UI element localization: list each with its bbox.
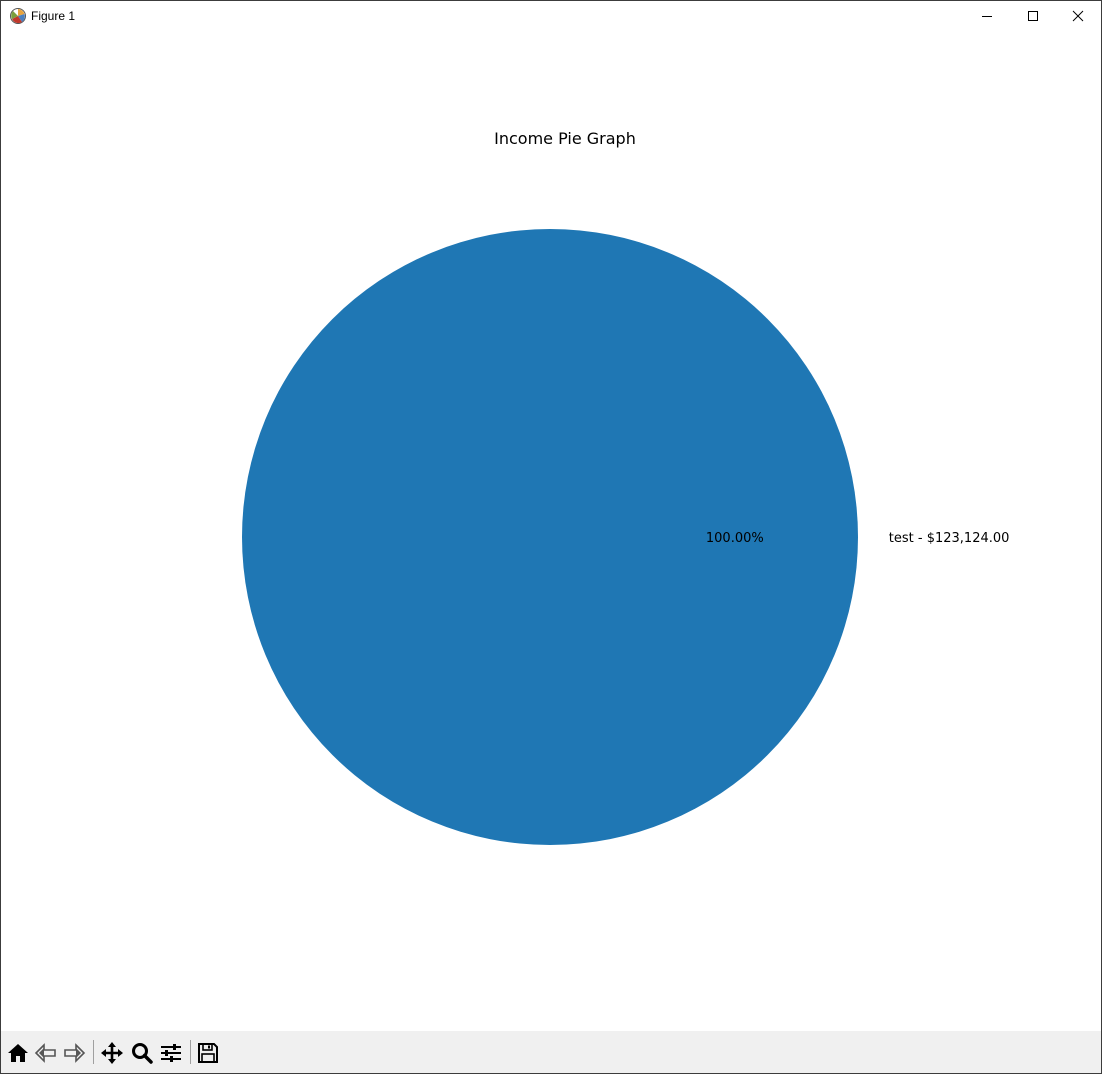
toolbar-separator [190,1040,191,1064]
chart-title: Income Pie Graph [494,129,636,148]
floppy-disk-icon [198,1043,218,1063]
home-button[interactable] [5,1040,31,1066]
back-button[interactable] [33,1040,59,1066]
home-icon [8,1044,28,1062]
arrow-left-icon [34,1043,56,1063]
pie-slices [242,229,858,845]
magnifier-icon [132,1043,153,1064]
minimize-icon [982,16,992,17]
maximize-button[interactable] [1010,1,1056,31]
move-icon [101,1042,123,1064]
title-bar[interactable]: Figure 1 [1,1,1101,31]
matplotlib-app-icon [9,7,27,25]
forward-button[interactable] [61,1040,87,1066]
toolbar-separator [93,1040,94,1064]
maximize-icon [1028,11,1038,21]
minimize-button[interactable] [964,1,1010,31]
window-title: Figure 1 [31,9,76,23]
zoom-button[interactable] [129,1040,155,1066]
configure-subplots-button[interactable] [158,1040,184,1066]
figure-window: Figure 1 Income Pie Graph test - $123,12… [0,0,1102,1074]
close-button[interactable] [1055,1,1101,31]
pie-percent-label: 100.00% [706,531,764,546]
pie-chart: Income Pie Graph test - $123,124.00 100.0… [242,129,1010,845]
arrow-right-icon [64,1043,86,1063]
sliders-icon [161,1044,181,1062]
figure-canvas[interactable]: Income Pie Graph test - $123,124.00 100.0… [1,31,1101,1031]
pie-slice [242,229,858,845]
navigation-toolbar [1,1031,1101,1073]
pan-button[interactable] [99,1040,125,1066]
close-icon [1072,10,1084,22]
save-button[interactable] [195,1040,221,1066]
pie-category-label: test - $123,124.00 [889,531,1010,546]
